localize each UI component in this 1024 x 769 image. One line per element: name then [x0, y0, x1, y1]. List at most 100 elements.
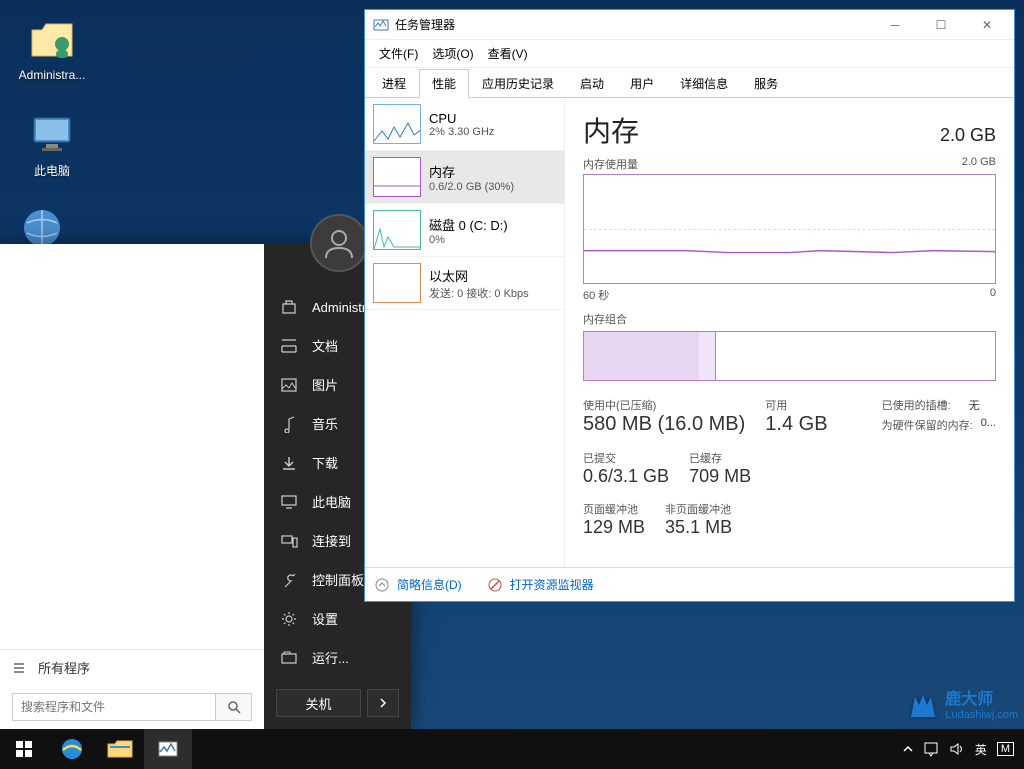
ie-icon [59, 736, 85, 762]
sidebar-ethernet[interactable]: 以太网发送: 0 接收: 0 Kbps [365, 257, 564, 310]
taskbar-task-manager[interactable] [144, 729, 192, 769]
taskbar-ie[interactable] [48, 729, 96, 769]
windows-icon [15, 740, 33, 758]
monitor-icon [280, 493, 298, 511]
in-use-value: 580 MB (16.0 MB) [583, 413, 745, 436]
system-tray: 英 M [903, 741, 1024, 758]
tab-bar: 进程 性能 应用历史记录 启动 用户 详细信息 服务 [365, 68, 1014, 98]
memory-total: 2.0 GB [940, 125, 996, 146]
watermark: 鹿大师 Ludashiwj.com [903, 687, 1018, 725]
sidebar-memory[interactable]: 内存0.6/2.0 GB (30%) [365, 151, 564, 204]
tab-app-history[interactable]: 应用历史记录 [469, 69, 567, 98]
tab-details[interactable]: 详细信息 [667, 69, 741, 98]
tab-processes[interactable]: 进程 [369, 69, 419, 98]
chevron-up-icon [903, 744, 913, 754]
desktop-icon-admin[interactable]: Administra... [14, 16, 90, 82]
monitor-icon [28, 110, 76, 158]
paged-value: 129 MB [583, 517, 645, 538]
cached-value: 709 MB [689, 466, 751, 487]
task-manager-window: 任务管理器 ─ ☐ ✕ 文件(F) 选项(O) 查看(V) 进程 性能 应用历史… [364, 9, 1015, 602]
reserved-value: 0... [981, 417, 996, 433]
user-icon [280, 298, 298, 316]
tray-ime2[interactable]: M [997, 742, 1014, 756]
chevron-right-icon [378, 698, 388, 708]
resource-monitor-icon [488, 578, 502, 592]
connect-icon [280, 532, 298, 550]
task-manager-icon [157, 738, 179, 760]
all-programs[interactable]: 所有程序 [0, 650, 264, 685]
notification-icon [923, 741, 939, 757]
menu-options[interactable]: 选项(O) [426, 42, 479, 65]
tab-users[interactable]: 用户 [617, 69, 667, 98]
desktop-icon-label: Administra... [19, 68, 86, 82]
memory-title: 内存 [583, 110, 639, 150]
music-icon [280, 415, 298, 433]
tray-volume[interactable] [949, 741, 965, 757]
tab-startup[interactable]: 启动 [567, 69, 617, 98]
memory-composition-chart [583, 331, 996, 381]
sidebar-cpu[interactable]: CPU2% 3.30 GHz [365, 98, 564, 151]
sr-run[interactable]: 运行... [264, 638, 411, 677]
volume-icon [949, 741, 965, 757]
composition-label: 内存组合 [583, 311, 996, 327]
wrench-icon [280, 571, 298, 589]
mini-ethernet-chart [373, 263, 421, 303]
search-input[interactable] [12, 693, 216, 721]
tray-action-center[interactable] [923, 741, 939, 757]
list-icon [12, 661, 26, 675]
fewer-details-link[interactable]: 简略信息(D) [397, 576, 462, 593]
gear-icon [280, 610, 298, 628]
maximize-button[interactable]: ☐ [918, 11, 964, 39]
axis-left: 60 秒 [583, 287, 609, 303]
task-manager-icon [373, 17, 389, 33]
desktop-icon-label: 此电脑 [34, 162, 70, 179]
perf-sidebar: CPU2% 3.30 GHz 内存0.6/2.0 GB (30%) 磁盘 0 (… [365, 98, 565, 567]
nonpaged-value: 35.1 MB [665, 517, 732, 538]
folder-icon [107, 739, 133, 759]
search-button[interactable] [216, 693, 252, 721]
menu-file[interactable]: 文件(F) [373, 42, 424, 65]
tray-up-button[interactable] [903, 744, 913, 754]
mini-memory-chart [373, 157, 421, 197]
window-title: 任务管理器 [395, 16, 455, 33]
shutdown-button[interactable]: 关机 [276, 689, 361, 717]
usage-label: 内存使用量 [583, 156, 638, 172]
mini-cpu-chart [373, 104, 421, 144]
memory-usage-chart [583, 174, 996, 284]
slots-value: 无 [969, 397, 980, 413]
shutdown-options-button[interactable] [367, 689, 399, 717]
taskbar-explorer[interactable] [96, 729, 144, 769]
folder-user-icon [28, 16, 76, 64]
tray-ime1[interactable]: 英 [975, 741, 987, 758]
all-programs-label: 所有程序 [38, 658, 90, 677]
perf-main: 内存 2.0 GB 内存使用量 2.0 GB 60 秒 0 内存组合 [565, 98, 1014, 567]
mini-disk-chart [373, 210, 421, 250]
start-left-panel: 所有程序 [0, 244, 264, 729]
menu-view[interactable]: 查看(V) [482, 42, 534, 65]
usage-max: 2.0 GB [962, 156, 996, 172]
committed-value: 0.6/3.1 GB [583, 466, 669, 487]
taskbar: 英 M [0, 729, 1024, 769]
picture-icon [280, 376, 298, 394]
chevron-up-icon [375, 578, 389, 592]
start-menu: 所有程序 Administrator 文档 图片 音乐 下载 此电脑 连接到 控… [0, 244, 411, 729]
tab-services[interactable]: 服务 [741, 69, 791, 98]
sidebar-disk[interactable]: 磁盘 0 (C: D:)0% [365, 204, 564, 257]
run-icon [280, 649, 298, 667]
tab-performance[interactable]: 性能 [419, 69, 469, 98]
axis-right: 0 [990, 287, 996, 303]
search-icon [227, 700, 241, 714]
close-button[interactable]: ✕ [964, 11, 1010, 39]
start-button[interactable] [0, 729, 48, 769]
open-resource-monitor-link[interactable]: 打开资源监视器 [510, 576, 594, 593]
user-avatar[interactable] [310, 214, 368, 272]
titlebar[interactable]: 任务管理器 ─ ☐ ✕ [365, 10, 1014, 40]
available-value: 1.4 GB [765, 413, 827, 436]
menu-bar: 文件(F) 选项(O) 查看(V) [365, 40, 1014, 68]
document-icon [280, 337, 298, 355]
minimize-button[interactable]: ─ [872, 11, 918, 39]
tm-footer: 简略信息(D) 打开资源监视器 [365, 567, 1014, 601]
sr-settings[interactable]: 设置 [264, 599, 411, 638]
download-icon [280, 454, 298, 472]
desktop-icon-computer[interactable]: 此电脑 [14, 110, 90, 179]
